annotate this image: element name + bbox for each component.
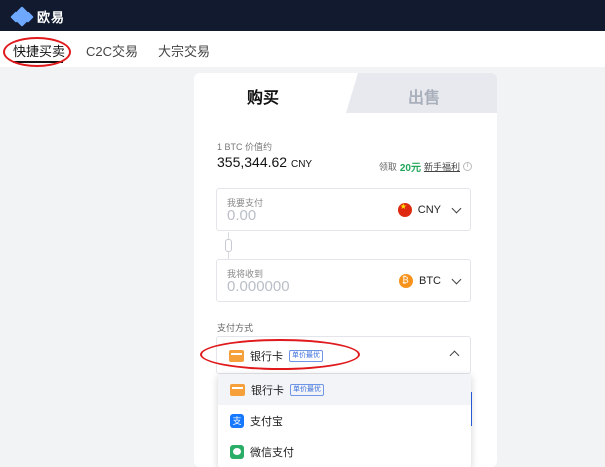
- price-number: 355,344.62: [217, 154, 288, 170]
- payment-option-wechat[interactable]: 微信支付: [218, 436, 471, 467]
- top-navbar: 欧易: [0, 0, 605, 31]
- buy-tab[interactable]: 购买: [194, 73, 358, 113]
- payment-method-select[interactable]: 银行卡 单价最优: [216, 336, 471, 374]
- payment-method-dropdown: 银行卡 单价最优 支 支付宝 微信支付: [218, 374, 471, 467]
- best-price-tag: 单价最优: [289, 350, 323, 362]
- btc-coin-icon: [399, 274, 413, 288]
- price-value: 355,344.62 CNY: [217, 154, 312, 170]
- promo-link[interactable]: 新手福利: [424, 160, 460, 173]
- brand-logo[interactable]: 欧易: [10, 6, 66, 27]
- cny-flag-icon: [397, 202, 412, 217]
- bank-card-icon: [230, 384, 245, 396]
- bank-card-icon: [229, 350, 244, 362]
- alipay-icon: 支: [230, 414, 244, 428]
- chevron-up-icon: [449, 350, 460, 361]
- receive-currency-select[interactable]: BTC: [399, 274, 462, 288]
- tab-block-trade[interactable]: 大宗交易: [158, 41, 210, 60]
- sell-tab[interactable]: 出售: [346, 73, 497, 113]
- tab-c2c[interactable]: C2C交易: [86, 41, 138, 60]
- payment-option-bank-card[interactable]: 银行卡 单价最优: [218, 374, 471, 405]
- price-caption: 1 BTC 价值约: [217, 142, 273, 152]
- selected-payment: 银行卡 单价最优: [229, 348, 323, 364]
- active-tab-indicator: [13, 61, 63, 63]
- info-icon[interactable]: i: [463, 162, 472, 171]
- sell-tab-label: 出售: [408, 90, 441, 107]
- payment-method-title: 支付方式: [217, 323, 254, 333]
- okx-logo-icon: [10, 6, 34, 27]
- pay-currency-select[interactable]: CNY: [397, 202, 462, 217]
- receive-amount-field[interactable]: 我将收到 0.000000 BTC: [216, 259, 471, 302]
- trade-subnav: 快捷买卖 C2C交易 大宗交易: [0, 31, 605, 67]
- tab-quick-trade[interactable]: 快捷买卖: [13, 41, 65, 60]
- best-price-tag: 单价最优: [290, 384, 324, 396]
- receive-amount-input[interactable]: 0.000000: [227, 278, 290, 295]
- payment-option-label: 支付宝: [250, 416, 283, 428]
- pay-currency-code: CNY: [417, 204, 441, 216]
- price-unit: CNY: [290, 159, 313, 170]
- pay-amount-field[interactable]: 我要支付 0.00 CNY: [216, 188, 471, 231]
- payment-option-label: 银行卡: [251, 385, 284, 397]
- payment-option-label: 微信支付: [250, 447, 294, 459]
- promo-banner: 领取 20元 新手福利 i: [379, 159, 472, 174]
- buy-tab-label: 购买: [247, 90, 280, 107]
- chevron-down-icon: [451, 274, 462, 284]
- wechat-pay-icon: [230, 445, 244, 459]
- receive-currency-code: BTC: [419, 275, 441, 287]
- promo-prefix: 领取: [378, 162, 397, 172]
- selected-payment-name: 银行卡: [250, 351, 283, 363]
- brand-name: 欧易: [37, 10, 66, 25]
- connector-knob: [225, 239, 232, 252]
- promo-amount: 20元: [399, 163, 421, 174]
- chevron-down-icon: [451, 203, 462, 213]
- payment-option-alipay[interactable]: 支 支付宝: [218, 405, 471, 436]
- pay-amount-input[interactable]: 0.00: [227, 207, 256, 224]
